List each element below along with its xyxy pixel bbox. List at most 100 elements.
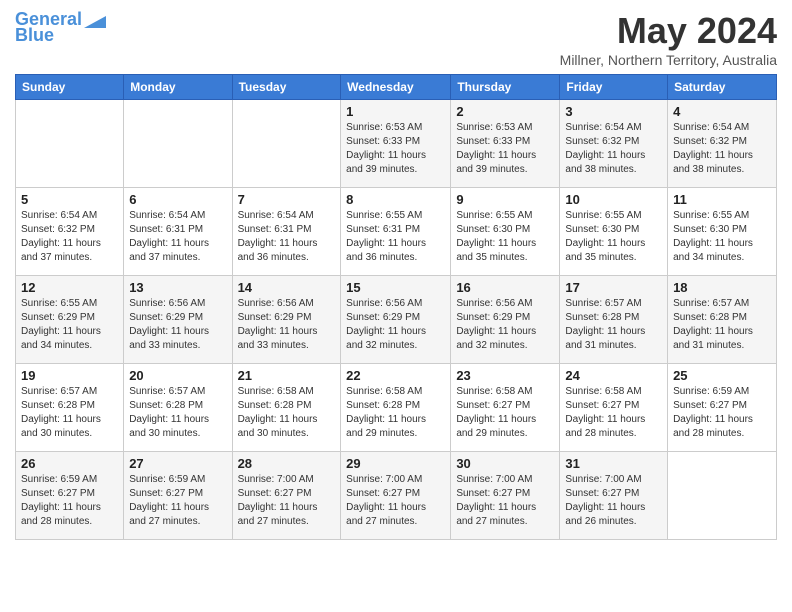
table-row: 29 Sunrise: 7:00 AM Sunset: 6:27 PM Dayli… (341, 452, 451, 540)
col-saturday: Saturday (668, 75, 777, 100)
table-row: 15Sunrise: 6:56 AM Sunset: 6:29 PM Dayli… (341, 276, 451, 364)
calendar-week-row: 1 Sunrise: 6:53 AM Sunset: 6:33 PM Daylig… (16, 100, 777, 188)
day-info: Sunrise: 6:54 AM Sunset: 6:32 PM Dayligh… (565, 121, 662, 177)
day-number: 29 (346, 456, 445, 471)
day-number: 18 (673, 280, 771, 295)
table-row: 31 Sunrise: 7:00 AM Sunset: 6:27 PM Dayli… (560, 452, 668, 540)
day-number: 22 (346, 368, 445, 383)
table-row: 6 Sunrise: 6:54 AM Sunset: 6:31 PM Daylig… (124, 188, 232, 276)
col-wednesday: Wednesday (341, 75, 451, 100)
header: General Blue May 2024 Millner, Northern … (15, 10, 777, 68)
col-sunday: Sunday (16, 75, 124, 100)
day-info: Sunrise: 6:58 AM Sunset: 6:27 PM Dayligh… (565, 385, 662, 441)
day-number: 8 (346, 192, 445, 207)
col-monday: Monday (124, 75, 232, 100)
day-info: Sunrise: 6:54 AM Sunset: 6:31 PM Dayligh… (129, 209, 226, 265)
table-row: 14 Sunrise: 6:56 AM Sunset: 6:29 PM Dayli… (232, 276, 341, 364)
day-number: 5 (21, 192, 118, 207)
table-row (668, 452, 777, 540)
day-info: Sunrise: 6:58 AM Sunset: 6:28 PM Dayligh… (238, 385, 336, 441)
day-number: 28 (238, 456, 336, 471)
day-number: 23 (456, 368, 554, 383)
table-row: 4 Sunrise: 6:54 AM Sunset: 6:32 PM Daylig… (668, 100, 777, 188)
table-row: 8 Sunrise: 6:55 AM Sunset: 6:31 PM Daylig… (341, 188, 451, 276)
day-info: Sunrise: 6:55 AM Sunset: 6:29 PM Dayligh… (21, 297, 118, 353)
day-number: 21 (238, 368, 336, 383)
day-info: Sunrise: 6:55 AM Sunset: 6:30 PM Dayligh… (673, 209, 771, 265)
day-info: Sunrise: 6:54 AM Sunset: 6:31 PM Dayligh… (238, 209, 336, 265)
day-number: 24 (565, 368, 662, 383)
day-info: Sunrise: 6:58 AM Sunset: 6:27 PM Dayligh… (456, 385, 554, 441)
table-row: 5 Sunrise: 6:54 AM Sunset: 6:32 PM Daylig… (16, 188, 124, 276)
day-info: Sunrise: 6:57 AM Sunset: 6:28 PM Dayligh… (565, 297, 662, 353)
table-row: 12 Sunrise: 6:55 AM Sunset: 6:29 PM Dayli… (16, 276, 124, 364)
day-number: 3 (565, 104, 662, 119)
col-friday: Friday (560, 75, 668, 100)
month-title: May 2024 (560, 10, 777, 52)
table-row: 19 Sunrise: 6:57 AM Sunset: 6:28 PM Dayli… (16, 364, 124, 452)
day-info: Sunrise: 7:00 AM Sunset: 6:27 PM Dayligh… (456, 473, 554, 529)
day-number: 31 (565, 456, 662, 471)
table-row: 2 Sunrise: 6:53 AM Sunset: 6:33 PM Daylig… (451, 100, 560, 188)
calendar-week-row: 5 Sunrise: 6:54 AM Sunset: 6:32 PM Daylig… (16, 188, 777, 276)
day-number: 14 (238, 280, 336, 295)
table-row (124, 100, 232, 188)
location-subtitle: Millner, Northern Territory, Australia (560, 52, 777, 68)
calendar-week-row: 19 Sunrise: 6:57 AM Sunset: 6:28 PM Dayli… (16, 364, 777, 452)
day-info: Sunrise: 6:56 AM Sunset: 6:29 PM Dayligh… (456, 297, 554, 353)
day-number: 17 (565, 280, 662, 295)
day-info: Sunrise: 7:00 AM Sunset: 6:27 PM Dayligh… (565, 473, 662, 529)
day-number: 1 (346, 104, 445, 119)
day-info: Sunrise: 6:55 AM Sunset: 6:31 PM Dayligh… (346, 209, 445, 265)
day-info: Sunrise: 6:53 AM Sunset: 6:33 PM Dayligh… (346, 121, 445, 177)
logo-arrow-icon (84, 8, 106, 28)
day-info: Sunrise: 6:58 AM Sunset: 6:28 PM Dayligh… (346, 385, 445, 441)
day-number: 19 (21, 368, 118, 383)
col-thursday: Thursday (451, 75, 560, 100)
table-row: 13 Sunrise: 6:56 AM Sunset: 6:29 PM Dayli… (124, 276, 232, 364)
day-info: Sunrise: 6:54 AM Sunset: 6:32 PM Dayligh… (21, 209, 118, 265)
logo: General Blue (15, 10, 106, 46)
table-row: 7Sunrise: 6:54 AM Sunset: 6:31 PM Daylig… (232, 188, 341, 276)
day-info: Sunrise: 6:53 AM Sunset: 6:33 PM Dayligh… (456, 121, 554, 177)
table-row: 21 Sunrise: 6:58 AM Sunset: 6:28 PM Dayli… (232, 364, 341, 452)
day-number: 6 (129, 192, 226, 207)
table-row: 26Sunrise: 6:59 AM Sunset: 6:27 PM Dayli… (16, 452, 124, 540)
day-info: Sunrise: 7:00 AM Sunset: 6:27 PM Dayligh… (238, 473, 336, 529)
day-number: 13 (129, 280, 226, 295)
day-number: 12 (21, 280, 118, 295)
logo-blue: Blue (15, 26, 54, 46)
day-info: Sunrise: 6:54 AM Sunset: 6:32 PM Dayligh… (673, 121, 771, 177)
table-row: 24 Sunrise: 6:58 AM Sunset: 6:27 PM Dayli… (560, 364, 668, 452)
day-info: Sunrise: 6:55 AM Sunset: 6:30 PM Dayligh… (565, 209, 662, 265)
day-info: Sunrise: 7:00 AM Sunset: 6:27 PM Dayligh… (346, 473, 445, 529)
table-row: 23 Sunrise: 6:58 AM Sunset: 6:27 PM Dayli… (451, 364, 560, 452)
day-number: 10 (565, 192, 662, 207)
calendar-header-row: Sunday Monday Tuesday Wednesday Thursday… (16, 75, 777, 100)
day-info: Sunrise: 6:56 AM Sunset: 6:29 PM Dayligh… (238, 297, 336, 353)
day-number: 26 (21, 456, 118, 471)
day-number: 2 (456, 104, 554, 119)
page: General Blue May 2024 Millner, Northern … (0, 0, 792, 550)
day-info: Sunrise: 6:56 AM Sunset: 6:29 PM Dayligh… (129, 297, 226, 353)
day-info: Sunrise: 6:59 AM Sunset: 6:27 PM Dayligh… (673, 385, 771, 441)
day-number: 20 (129, 368, 226, 383)
table-row: 10 Sunrise: 6:55 AM Sunset: 6:30 PM Dayli… (560, 188, 668, 276)
day-info: Sunrise: 6:57 AM Sunset: 6:28 PM Dayligh… (673, 297, 771, 353)
calendar-week-row: 26Sunrise: 6:59 AM Sunset: 6:27 PM Dayli… (16, 452, 777, 540)
day-number: 27 (129, 456, 226, 471)
table-row: 11Sunrise: 6:55 AM Sunset: 6:30 PM Dayli… (668, 188, 777, 276)
day-number: 4 (673, 104, 771, 119)
table-row (232, 100, 341, 188)
table-row (16, 100, 124, 188)
table-row: 16Sunrise: 6:56 AM Sunset: 6:29 PM Dayli… (451, 276, 560, 364)
day-number: 15 (346, 280, 445, 295)
table-row: 1 Sunrise: 6:53 AM Sunset: 6:33 PM Daylig… (341, 100, 451, 188)
day-number: 25 (673, 368, 771, 383)
table-row: 25 Sunrise: 6:59 AM Sunset: 6:27 PM Dayli… (668, 364, 777, 452)
table-row: 20Sunrise: 6:57 AM Sunset: 6:28 PM Dayli… (124, 364, 232, 452)
col-tuesday: Tuesday (232, 75, 341, 100)
table-row: 17 Sunrise: 6:57 AM Sunset: 6:28 PM Dayli… (560, 276, 668, 364)
day-info: Sunrise: 6:57 AM Sunset: 6:28 PM Dayligh… (21, 385, 118, 441)
calendar-table: Sunday Monday Tuesday Wednesday Thursday… (15, 74, 777, 540)
